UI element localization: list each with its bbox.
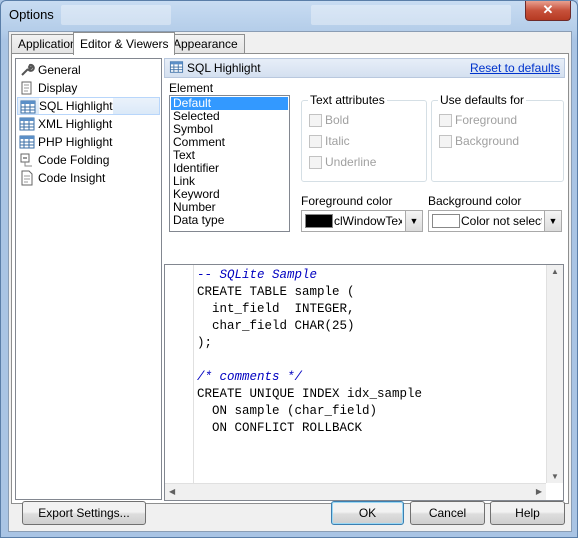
- tab-label: Application: [18, 37, 77, 51]
- ok-label: OK: [358, 506, 377, 520]
- cancel-label: Cancel: [428, 506, 467, 520]
- use-defaults-group: Use defaults for Foreground Background: [431, 93, 564, 182]
- sidebar-item-xml-highlight[interactable]: XML Highlight: [17, 115, 158, 133]
- foreground-color-label: Foreground color: [301, 194, 393, 208]
- bold-label: Bold: [325, 113, 350, 127]
- background-color-label: Background color: [428, 194, 522, 208]
- ok-button[interactable]: OK: [331, 501, 404, 525]
- checkbox-box: [439, 114, 452, 127]
- export-settings-button[interactable]: Export Settings...: [22, 501, 146, 525]
- tab-appearance[interactable]: Appearance: [166, 34, 245, 54]
- sidebar-item-general[interactable]: General: [17, 61, 158, 79]
- italic-label: Italic: [325, 134, 350, 148]
- options-window: Options ✕ Application Editor & Viewers A…: [0, 0, 578, 538]
- editor-gutter: [165, 265, 194, 483]
- sidebar-item-code-folding[interactable]: Code Folding: [17, 151, 158, 169]
- sidebar-item-label: Code Folding: [38, 153, 110, 167]
- foreground-color-value: clWindowText: [334, 214, 402, 228]
- foreground-color-combo[interactable]: clWindowText ▼: [301, 210, 423, 232]
- code-line: ON sample (char_field): [197, 404, 378, 418]
- help-button[interactable]: Help: [490, 501, 565, 525]
- tab-label: Editor & Viewers: [80, 37, 169, 51]
- title-bar[interactable]: Options ✕: [1, 1, 577, 29]
- background-color-value: Color not selected: [461, 214, 542, 228]
- sidebar-item-label: PHP Highlight: [38, 135, 113, 149]
- sidebar-item-label: Code Insight: [38, 171, 106, 185]
- foreground-label: Foreground: [455, 113, 518, 127]
- sidebar-item-label: XML Highlight: [38, 117, 113, 131]
- element-label: Element: [169, 81, 214, 95]
- section-header: SQL Highlight Reset to defaults: [164, 58, 565, 78]
- scroll-left-icon[interactable]: ◀: [169, 487, 175, 496]
- element-list[interactable]: Default Selected Symbol Comment Text Ide…: [169, 95, 290, 232]
- checkbox-box: [439, 135, 452, 148]
- section-title: SQL Highlight: [187, 61, 261, 75]
- code-preview: -- SQLite Sample CREATE TABLE sample ( i…: [197, 267, 422, 437]
- sidebar-item-label: SQL Highlight: [39, 98, 113, 114]
- background-color-swatch: [432, 214, 460, 228]
- tab-label: Appearance: [173, 37, 238, 51]
- code-line: int_field INTEGER,: [197, 302, 355, 316]
- tab-panel: General Display SQL Highlight XML Highli…: [11, 53, 569, 504]
- code-folding-icon: [20, 153, 32, 167]
- code-line: /* comments */: [197, 370, 303, 384]
- window-title: Options: [9, 7, 54, 22]
- document-icon: [21, 170, 33, 186]
- sidebar-item-sql-highlight[interactable]: SQL Highlight: [17, 97, 160, 115]
- cancel-button[interactable]: Cancel: [410, 501, 485, 525]
- scroll-up-icon[interactable]: ▲: [551, 267, 559, 276]
- checkbox-box: [309, 156, 322, 169]
- background-label: Background: [455, 134, 520, 148]
- chevron-down-icon[interactable]: ▼: [544, 211, 561, 231]
- text-attributes-group: Text attributes Bold Italic Underline: [301, 93, 427, 182]
- display-icon: [21, 81, 32, 95]
- settings-category-list[interactable]: General Display SQL Highlight XML Highli…: [15, 58, 162, 500]
- element-item-data-type[interactable]: Data type: [171, 214, 288, 227]
- export-settings-label: Export Settings...: [38, 506, 130, 520]
- wrench-icon: [21, 63, 35, 76]
- close-button[interactable]: ✕: [525, 1, 571, 21]
- scroll-right-icon[interactable]: ▶: [536, 487, 542, 496]
- background-blur: [61, 5, 171, 25]
- sidebar-item-label: General: [38, 63, 81, 77]
- sidebar-item-php-highlight[interactable]: PHP Highlight: [17, 133, 158, 151]
- code-line: char_field CHAR(25): [197, 319, 355, 333]
- tab-editor-viewers[interactable]: Editor & Viewers: [73, 32, 176, 55]
- grid-icon: [169, 61, 184, 73]
- checkbox-box: [309, 114, 322, 127]
- dialog-client: Application Editor & Viewers Appearance …: [8, 31, 572, 532]
- foreground-color-swatch: [305, 214, 333, 228]
- help-label: Help: [515, 506, 540, 520]
- sidebar-item-label: Display: [38, 81, 78, 95]
- vertical-scrollbar[interactable]: ▲ ▼: [546, 265, 563, 483]
- checkbox-box: [309, 135, 322, 148]
- text-attributes-title: Text attributes: [308, 93, 387, 107]
- code-line: -- SQLite Sample: [197, 268, 318, 282]
- sidebar-item-code-insight[interactable]: Code Insight: [17, 169, 158, 187]
- grid-icon: [19, 135, 35, 149]
- chevron-down-icon[interactable]: ▼: [405, 211, 422, 231]
- horizontal-scrollbar[interactable]: ◀ ▶: [165, 483, 546, 500]
- code-line: );: [197, 336, 213, 350]
- scroll-down-icon[interactable]: ▼: [551, 472, 559, 481]
- use-defaults-title: Use defaults for: [438, 93, 527, 107]
- background-color-combo[interactable]: Color not selected ▼: [428, 210, 562, 232]
- sql-preview-editor[interactable]: -- SQLite Sample CREATE TABLE sample ( i…: [164, 264, 564, 501]
- close-icon: ✕: [542, 2, 554, 17]
- grid-icon: [19, 117, 35, 131]
- reset-to-defaults-link[interactable]: Reset to defaults: [470, 61, 560, 75]
- grid-icon: [20, 100, 36, 114]
- underline-label: Underline: [325, 155, 377, 169]
- sidebar-item-display[interactable]: Display: [17, 79, 158, 97]
- code-line: CREATE UNIQUE INDEX idx_sample: [197, 387, 423, 401]
- code-line: CREATE TABLE sample (: [197, 285, 355, 299]
- background-blur: [311, 5, 511, 25]
- code-line: ON CONFLICT ROLLBACK: [197, 421, 363, 435]
